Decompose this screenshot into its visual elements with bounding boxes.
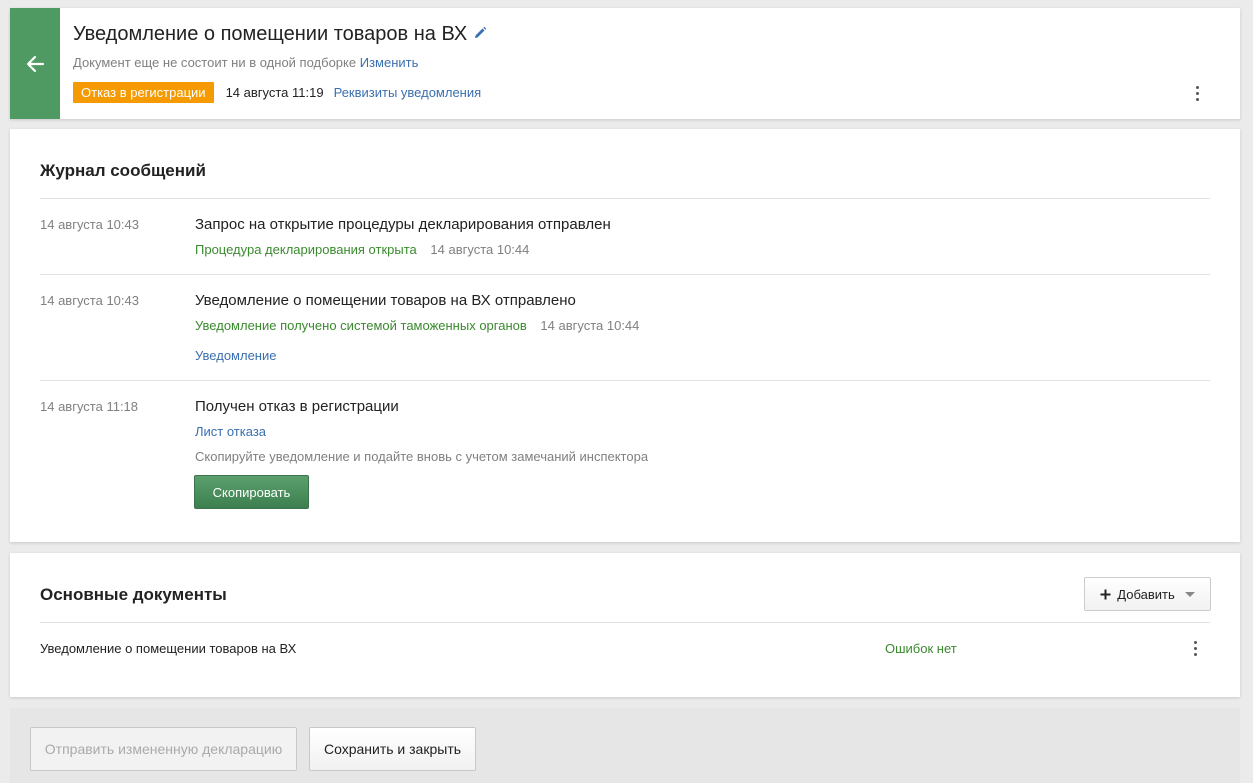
entry-status: Уведомление получено системой таможенных… — [195, 318, 527, 333]
entry-message: Уведомление о помещении товаров на ВХ от… — [195, 292, 576, 309]
change-collection-link[interactable]: Изменить — [360, 55, 419, 70]
notification-link[interactable]: Уведомление — [195, 348, 276, 363]
status-badge: Отказ в регистрации — [73, 82, 214, 103]
plus-icon — [1100, 589, 1111, 599]
entry-status: Процедура декларирования открыта — [195, 242, 417, 257]
status-line: Отказ в регистрации 14 августа 11:19 Рек… — [73, 82, 481, 103]
copy-button[interactable]: Скопировать — [194, 475, 309, 509]
main-documents: Основные документы Добавить Уведомление … — [10, 553, 1240, 697]
footer-bar: Отправить измененную декларацию Сохранит… — [10, 708, 1240, 783]
entry-status-line: Процедура декларирования открыта 14 авгу… — [195, 242, 529, 257]
divider — [40, 198, 1210, 199]
save-and-close-button[interactable]: Сохранить и закрыть — [309, 727, 476, 771]
documents-title: Основные документы — [40, 585, 227, 604]
message-journal: Журнал сообщений 14 августа 10:43 Запрос… — [10, 129, 1240, 542]
refusal-sheet-link[interactable]: Лист отказа — [195, 424, 266, 439]
entry-hint: Скопируйте уведомление и подайте вновь с… — [195, 449, 649, 464]
document-header: Уведомление о помещении товаров на ВХ До… — [10, 8, 1240, 119]
send-declaration-button[interactable]: Отправить измененную декларацию — [30, 727, 297, 771]
entry-date: 14 августа 10:43 — [40, 217, 139, 232]
status-date: 14 августа 11:19 — [225, 85, 324, 100]
add-document-button[interactable]: Добавить — [1084, 577, 1211, 611]
kebab-icon[interactable] — [1185, 638, 1205, 658]
document-status: Ошибок нет — [885, 641, 957, 656]
divider — [40, 274, 1210, 275]
page-title-text: Уведомление о помещении товаров на ВХ — [73, 23, 468, 45]
entry-status-date: 14 августа 10:44 — [430, 242, 530, 257]
collection-text: Документ еще не состоит ни в одной подбо… — [73, 55, 357, 70]
requisites-link[interactable]: Реквизиты уведомления — [334, 85, 482, 100]
arrow-left-icon — [26, 55, 45, 72]
journal-title: Журнал сообщений — [40, 161, 206, 180]
divider — [40, 380, 1210, 381]
add-button-label: Добавить — [1117, 586, 1175, 602]
entry-date: 14 августа 10:43 — [40, 293, 139, 308]
document-name[interactable]: Уведомление о помещении товаров на ВХ — [40, 641, 296, 656]
entry-status-date: 14 августа 10:44 — [540, 318, 640, 333]
collection-info: Документ еще не состоит ни в одной подбо… — [73, 55, 418, 70]
entry-status-line: Уведомление получено системой таможенных… — [195, 318, 639, 333]
entry-date: 14 августа 11:18 — [40, 399, 139, 414]
caret-down-icon — [1184, 591, 1195, 597]
entry-message: Получен отказ в регистрации — [195, 398, 399, 415]
pencil-icon[interactable] — [473, 23, 487, 46]
entry-message: Запрос на открытие процедуры декларирова… — [195, 216, 611, 233]
kebab-icon[interactable] — [1187, 83, 1207, 103]
page-title: Уведомление о помещении товаров на ВХ — [73, 23, 487, 46]
divider — [40, 622, 1210, 623]
back-button[interactable] — [10, 8, 60, 119]
